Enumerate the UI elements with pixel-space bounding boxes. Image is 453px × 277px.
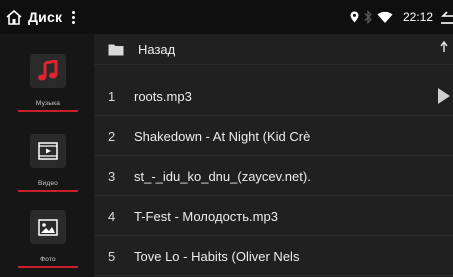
home-button[interactable] [6, 9, 22, 25]
video-tile [30, 134, 66, 168]
music-icon [38, 60, 58, 81]
play-icon[interactable] [437, 88, 451, 109]
track-number: 3 [108, 168, 116, 184]
back-label: Назад [138, 41, 176, 57]
track-name: T-Fest - Молодость.mp3 [134, 208, 278, 224]
sidebar: Музыка Видео Фото [0, 34, 94, 277]
list-item[interactable]: 3 st_-_idu_ko_dnu_(zaycev.net). [94, 157, 453, 196]
track-number: 5 [108, 248, 116, 264]
wifi-icon [377, 11, 393, 23]
track-name: Tove Lo - Habits (Oliver Nels [134, 248, 300, 264]
back-row[interactable]: Назад [94, 34, 453, 65]
sidebar-item-label: Видео [38, 180, 58, 187]
photo-icon [38, 218, 58, 236]
sidebar-item-video[interactable]: Видео [18, 134, 78, 192]
active-indicator [18, 190, 78, 192]
sidebar-item-music[interactable]: Музыка [18, 54, 78, 112]
folder-icon [108, 43, 124, 56]
file-list: Назад 1 roots.mp3 2 Shakedown - At Night… [94, 34, 453, 277]
music-tile [30, 54, 66, 88]
list-item[interactable]: 4 T-Fest - Молодость.mp3 [94, 197, 453, 236]
page-title: Диск [28, 9, 63, 25]
video-icon [38, 142, 58, 160]
track-number: 4 [108, 208, 116, 224]
track-name: Shakedown - At Night (Kid Crè [134, 128, 311, 144]
bluetooth-icon [364, 10, 372, 24]
clock: 22:12 [402, 10, 433, 24]
list-item[interactable]: 1 roots.mp3 [94, 77, 453, 116]
status-bar: Диск 22:12 [0, 0, 453, 34]
back-arrow-icon[interactable] [441, 10, 453, 24]
track-number: 2 [108, 128, 116, 144]
sidebar-item-photo[interactable]: Фото [18, 210, 78, 268]
photo-tile [30, 210, 66, 244]
menu-icon[interactable] [72, 10, 76, 24]
sidebar-item-label: Музыка [35, 100, 61, 107]
sidebar-item-label: Фото [40, 256, 56, 263]
list-item[interactable]: 5 Tove Lo - Habits (Oliver Nels [94, 237, 453, 276]
home-icon [6, 9, 22, 25]
active-indicator [18, 266, 78, 268]
track-name: st_-_idu_ko_dnu_(zaycev.net). [134, 168, 311, 184]
track-number: 1 [108, 88, 116, 104]
location-icon [350, 11, 359, 23]
track-name: roots.mp3 [134, 88, 192, 104]
up-arrow-icon[interactable] [439, 40, 449, 56]
active-indicator [18, 110, 78, 112]
list-item[interactable]: 2 Shakedown - At Night (Kid Crè [94, 117, 453, 156]
